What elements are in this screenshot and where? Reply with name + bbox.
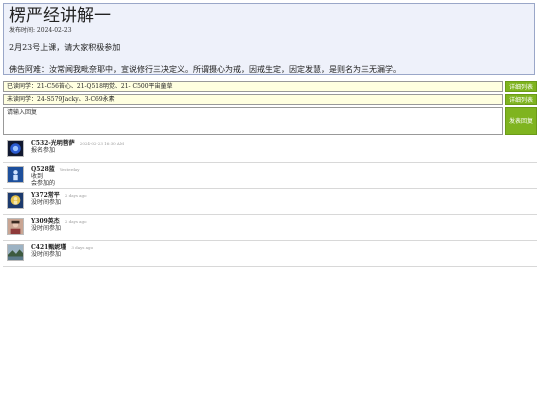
comment-list: C532-光明菩萨 2024-02-23 16:30 AM 报名参加 Q528蓝 Y…	[3, 138, 537, 268]
announcement-panel: 楞严经讲解一 发布时间: 2024-02-23 2月23号上课，请大家积极参加 …	[3, 3, 535, 75]
comment-text: 会参加的	[31, 180, 56, 187]
announcement-date: 发布时间: 2024-02-23	[9, 27, 72, 34]
portrait-avatar[interactable]	[7, 218, 24, 235]
read-detail-button[interactable]: 详细列表	[505, 81, 537, 92]
comment-item: Y372常平 2 days ago 没时间参加	[3, 190, 537, 215]
buddha-avatar[interactable]	[7, 192, 24, 209]
read-students-field: 已读同学：21-C56苔心、21-Q518明觉、21- C500平宙童草	[3, 81, 503, 92]
comment-text: 没时间参加	[31, 251, 62, 258]
comment-username[interactable]: C421甄妮瑾	[31, 244, 66, 251]
comment-username[interactable]: Q528蓝	[31, 166, 55, 173]
announcement-quote: 佛告阿难：汝常闻我毗奈耶中，宣说修行三决定义。所谓摄心为戒，因戒生定，因定发慧，…	[9, 65, 401, 74]
read-row: 已读同学：21-C56苔心、21-Q518明觉、21- C500平宙童草 详细列…	[3, 81, 537, 92]
blue-figure-avatar[interactable]	[7, 166, 24, 183]
blue-orb-avatar[interactable]	[7, 140, 24, 157]
comment-item: C421甄妮瑾 3 days ago 没时间参加	[3, 242, 537, 267]
post-reply-button[interactable]: 发表回复	[505, 107, 537, 135]
comment-item: Q528蓝 Yesterday 收到 会参加的	[3, 164, 537, 189]
comment-item: C532-光明菩萨 2024-02-23 16:30 AM 报名参加	[3, 138, 537, 163]
comment-time: Yesterday	[59, 167, 80, 172]
comment-time: 2024-02-23 16:30 AM	[79, 141, 124, 146]
comment-username[interactable]: Y372常平	[31, 192, 60, 199]
comment-text: 没时间参加	[31, 225, 62, 232]
comment-time: 2 days ago	[64, 219, 87, 224]
comment-text: 报名参加	[31, 147, 56, 154]
announcement-text: 2月23号上课，请大家积极参加	[9, 43, 121, 52]
comment-text: 收到	[31, 173, 44, 180]
comment-username[interactable]: C532-光明菩萨	[31, 140, 75, 147]
unread-detail-button[interactable]: 详细列表	[505, 94, 537, 105]
reply-input[interactable]: 请输入回复	[3, 107, 503, 135]
comment-item: Y309英杰 2 days ago 没时间参加	[3, 216, 537, 241]
reply-row: 请输入回复 发表回复	[3, 107, 537, 135]
comment-text: 没时间参加	[31, 199, 62, 206]
comment-time: 3 days ago	[71, 245, 94, 250]
unread-students-field: 未读同学：24-S579Jacky、3-C69永素	[3, 94, 503, 105]
unread-row: 未读同学：24-S579Jacky、3-C69永素 详细列表	[3, 94, 537, 105]
announcement-title: 楞严经讲解一	[9, 6, 111, 26]
landscape-avatar[interactable]	[7, 244, 24, 261]
comment-time: 2 days ago	[64, 193, 87, 198]
comment-username[interactable]: Y309英杰	[31, 218, 60, 225]
